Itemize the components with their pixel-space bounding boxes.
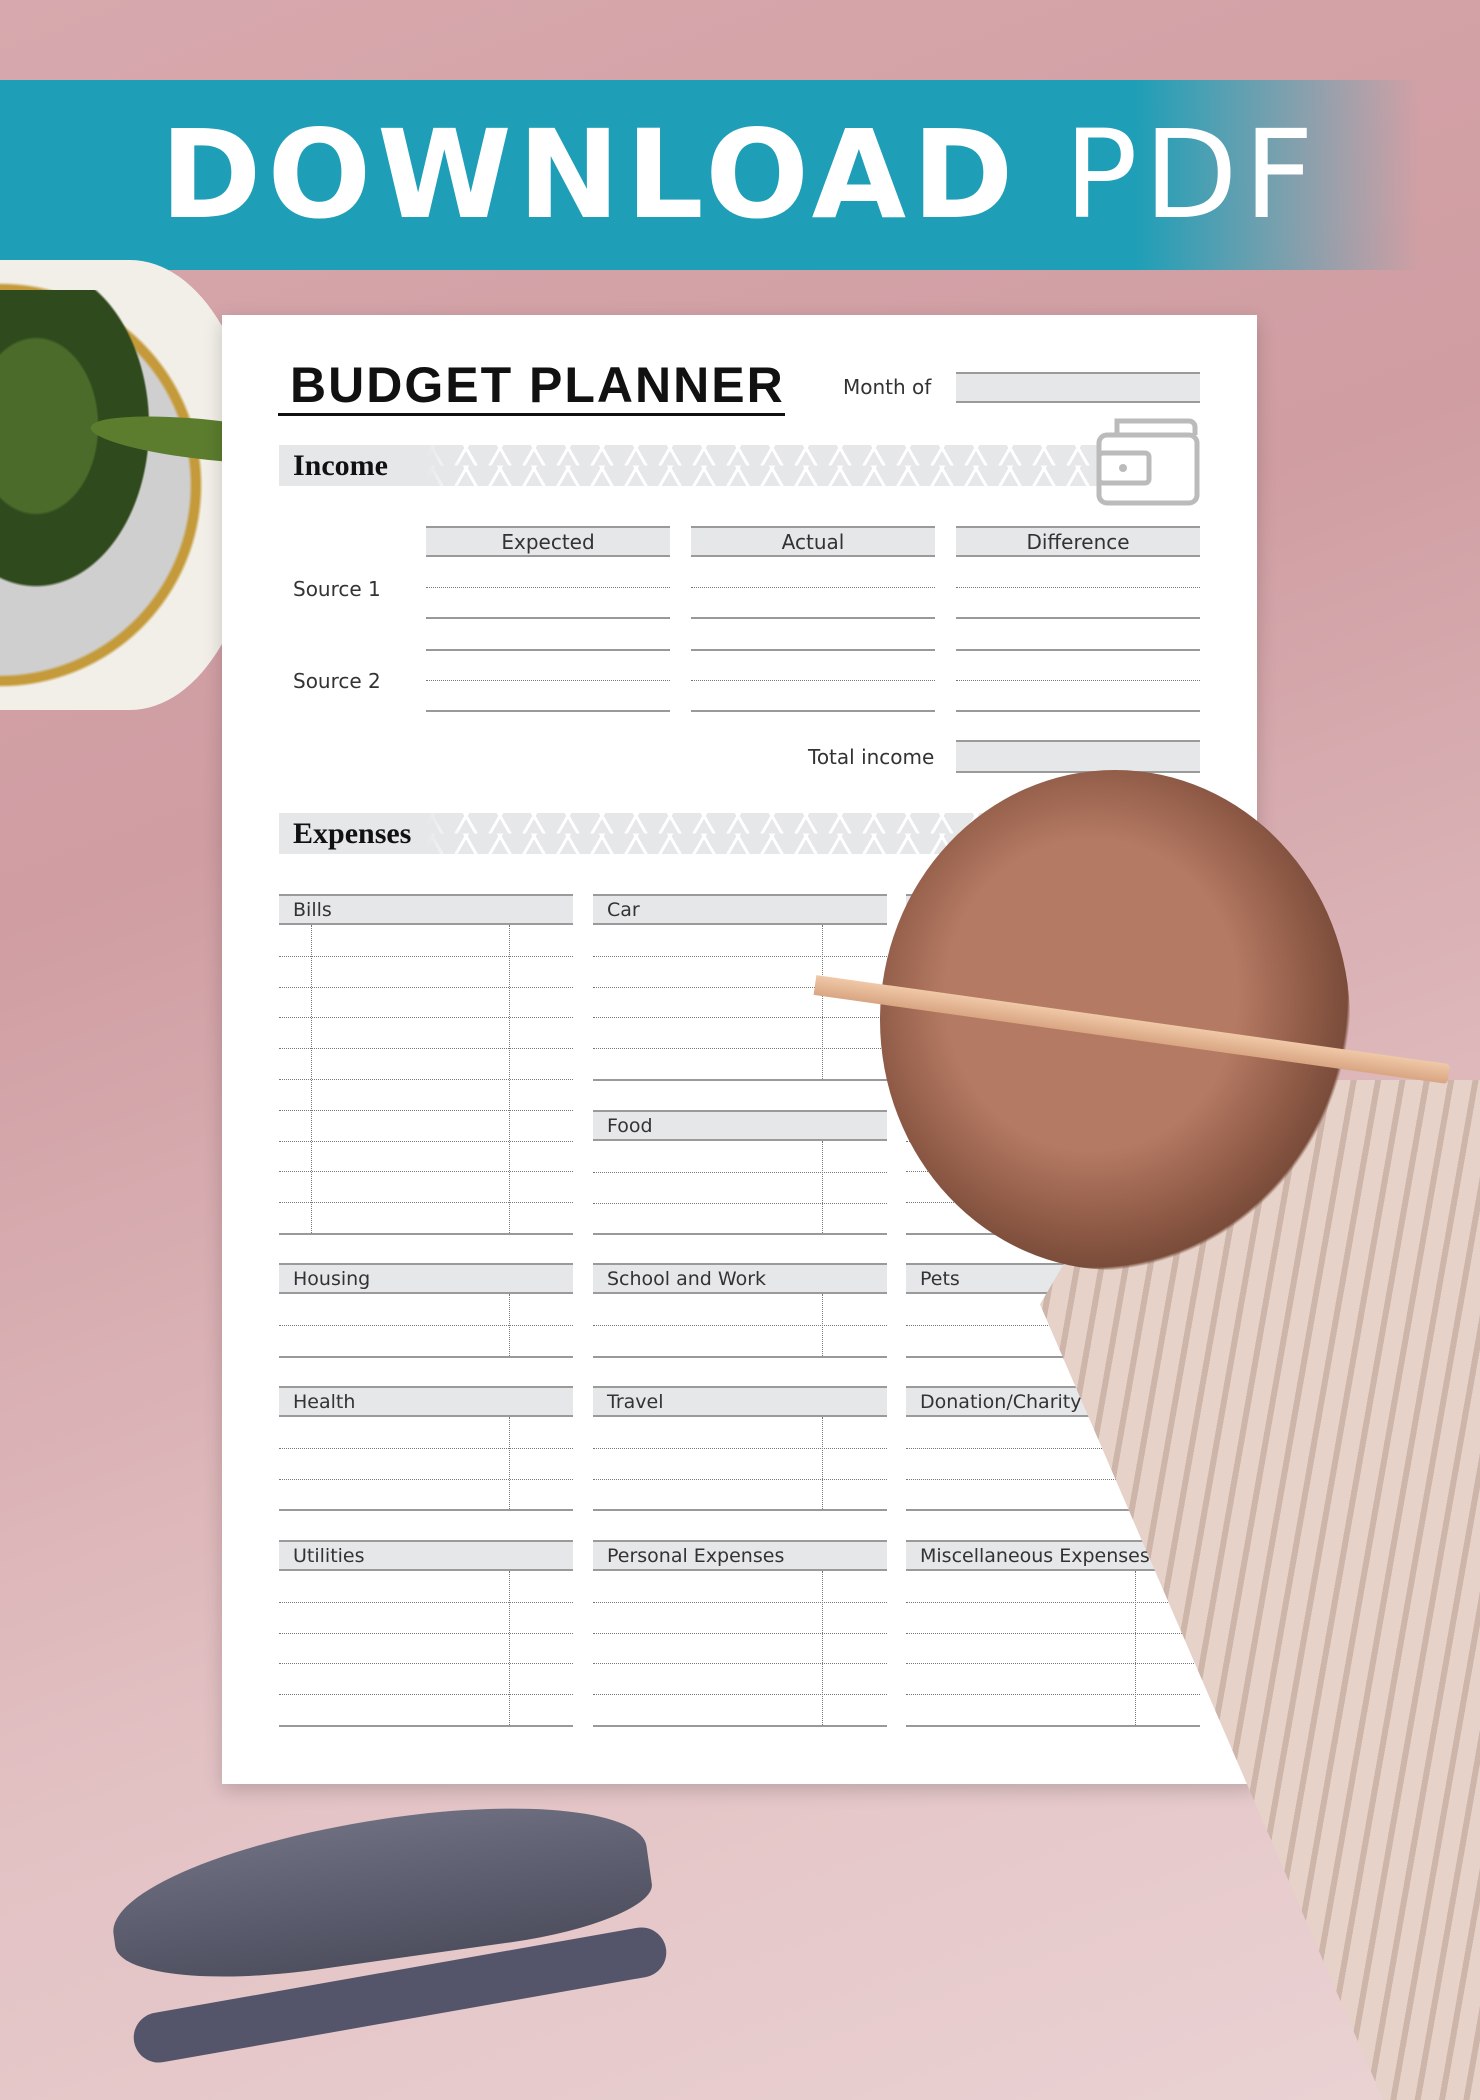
expense-row[interactable]: [593, 1447, 887, 1449]
income-column-header: Difference: [956, 526, 1200, 557]
expense-row[interactable]: [279, 955, 573, 957]
plant-leaves: [0, 290, 180, 630]
income-entry-field[interactable]: [956, 680, 1200, 709]
income-entry-field[interactable]: [691, 710, 935, 740]
column-divider: [311, 925, 312, 1233]
expense-row[interactable]: [593, 1509, 887, 1512]
expense-row[interactable]: [279, 1109, 573, 1111]
column-divider: [509, 1294, 510, 1356]
pdf-label: PDF: [1064, 104, 1320, 246]
expenses-heading: Expenses: [279, 813, 463, 854]
month-label: Month of: [843, 375, 932, 399]
expense-row[interactable]: [593, 1202, 887, 1204]
expense-row[interactable]: [279, 1048, 573, 1050]
download-label: DOWNLOAD: [160, 104, 1020, 246]
expense-row[interactable]: [279, 1202, 573, 1204]
column-divider: [822, 1141, 823, 1234]
expense-header-food: Food: [593, 1110, 887, 1141]
expense-row[interactable]: [906, 1663, 1200, 1665]
expense-row[interactable]: [906, 1601, 1200, 1603]
income-column-header: Actual: [691, 526, 935, 557]
income-entry-field[interactable]: [426, 649, 670, 679]
column-divider: [822, 1294, 823, 1356]
expense-row[interactable]: [279, 986, 573, 988]
source-label: Source 2: [293, 669, 381, 693]
expense-row[interactable]: [279, 1171, 573, 1173]
expense-row[interactable]: [593, 1233, 887, 1236]
column-divider: [509, 1417, 510, 1510]
expense-row[interactable]: [279, 1017, 573, 1019]
expense-row[interactable]: [593, 1171, 887, 1173]
income-entry-field[interactable]: [956, 710, 1200, 740]
income-entry-field[interactable]: [691, 617, 935, 647]
expense-header-car: Car: [593, 894, 887, 925]
income-heading: Income: [279, 445, 463, 486]
expense-header-health: Health: [279, 1386, 573, 1417]
expense-row[interactable]: [279, 1509, 573, 1512]
page-title: BUDGET PLANNER: [278, 357, 785, 416]
expense-row[interactable]: [906, 1632, 1200, 1634]
expense-header-travel: Travel: [593, 1386, 887, 1417]
column-divider: [509, 925, 510, 1233]
expense-header-utilities: Utilities: [279, 1540, 573, 1571]
expense-row[interactable]: [593, 1079, 887, 1081]
income-entry-field[interactable]: [956, 649, 1200, 679]
expense-row[interactable]: [279, 1601, 573, 1603]
expense-row[interactable]: [279, 1447, 573, 1449]
expense-row[interactable]: [593, 1601, 887, 1603]
expense-row[interactable]: [279, 1079, 573, 1080]
income-entry-field[interactable]: [691, 649, 935, 679]
expense-row[interactable]: [906, 1694, 1200, 1696]
expense-row[interactable]: [593, 1017, 887, 1019]
expense-header-bills: Bills: [279, 894, 573, 925]
expense-header-housing: Housing: [279, 1263, 573, 1294]
expense-row[interactable]: [593, 955, 887, 957]
expense-row[interactable]: [279, 1233, 573, 1235]
expense-row[interactable]: [593, 1663, 887, 1665]
download-pdf-button[interactable]: DOWNLOAD PDF: [0, 80, 1480, 270]
expense-row[interactable]: [279, 1632, 573, 1634]
expense-row[interactable]: [593, 1694, 887, 1696]
column-divider: [822, 1571, 823, 1725]
income-entry-field[interactable]: [426, 587, 670, 616]
expense-row[interactable]: [593, 1725, 887, 1727]
income-entry-field[interactable]: [426, 710, 670, 740]
expense-row[interactable]: [593, 1478, 887, 1480]
total-income-label: Total income: [808, 745, 935, 769]
expense-row[interactable]: [279, 1725, 573, 1727]
column-divider: [822, 925, 823, 1079]
income-entry-field[interactable]: [426, 680, 670, 709]
expense-row[interactable]: [906, 1725, 1200, 1727]
income-entry-field[interactable]: [956, 617, 1200, 647]
column-divider: [509, 1571, 510, 1725]
month-input[interactable]: [956, 372, 1200, 403]
expense-header-school-and-work: School and Work: [593, 1263, 887, 1294]
income-entry-field[interactable]: [956, 587, 1200, 616]
column-divider: [822, 1417, 823, 1510]
expense-header-personal-expenses: Personal Expenses: [593, 1540, 887, 1571]
expense-row[interactable]: [593, 1324, 887, 1326]
expense-row[interactable]: [279, 1663, 573, 1665]
income-column-header: Expected: [426, 526, 670, 557]
income-entry-field[interactable]: [691, 587, 935, 616]
expense-row[interactable]: [593, 1632, 887, 1634]
expense-row[interactable]: [279, 1324, 573, 1326]
expense-row[interactable]: [279, 1478, 573, 1480]
expense-row[interactable]: [593, 1355, 887, 1358]
column-divider: [1135, 1571, 1136, 1725]
total-income-input[interactable]: [956, 740, 1200, 773]
income-entry-field[interactable]: [691, 680, 935, 709]
income-entry-field[interactable]: [426, 617, 670, 647]
expense-row[interactable]: [279, 1140, 573, 1142]
expense-row[interactable]: [279, 1355, 573, 1358]
wallet-icon: [1096, 418, 1200, 506]
expense-row[interactable]: [279, 1694, 573, 1696]
source-label: Source 1: [293, 577, 381, 601]
expense-row[interactable]: [593, 1048, 887, 1050]
